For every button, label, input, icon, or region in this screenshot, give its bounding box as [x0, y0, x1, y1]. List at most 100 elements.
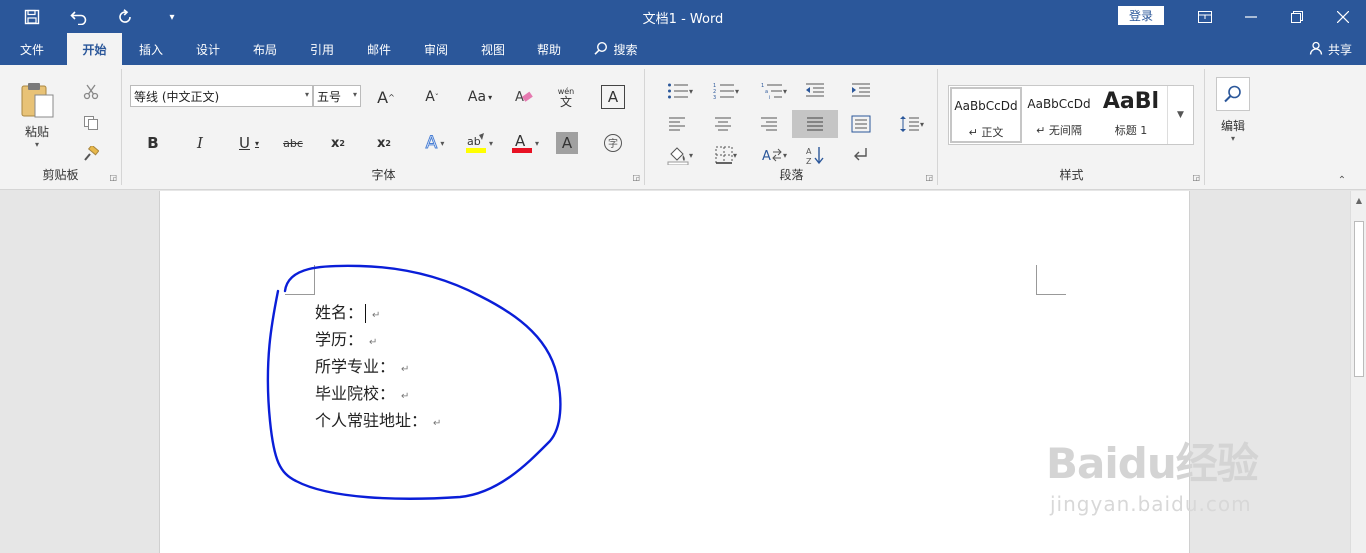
customize-quick-access-icon[interactable]: ▾	[161, 6, 183, 28]
justify-icon[interactable]	[792, 110, 838, 138]
styles-more-icon[interactable]: ▼	[1167, 86, 1193, 144]
format-painter-icon[interactable]	[80, 143, 102, 165]
svg-text:3: 3	[713, 95, 716, 100]
decrease-indent-icon[interactable]	[802, 79, 828, 103]
style-normal-name: ↵ 正文	[968, 126, 1004, 139]
tab-references[interactable]: 引用	[297, 33, 347, 65]
tab-insert[interactable]: 插入	[126, 33, 176, 65]
clear-formatting-icon[interactable]: A	[511, 85, 537, 109]
editing-group: 编辑 ▾	[1206, 69, 1266, 185]
find-icon[interactable]	[1216, 77, 1250, 111]
tab-review[interactable]: 审阅	[411, 33, 461, 65]
chinese-layout-icon[interactable]: A ▾	[756, 143, 792, 167]
font-name-value: 等线 (中文正文)	[134, 89, 220, 104]
search-icon	[594, 41, 608, 58]
text-effects-icon[interactable]: A ▾	[418, 131, 452, 155]
text-highlight-color-icon[interactable]: ab ▾	[460, 131, 498, 155]
document-page[interactable]: 姓名： ↵ 学历： ↵ 所学专业： ↵ 毕业院校： ↵ 个人常驻地址： ↵	[159, 191, 1190, 553]
bullets-icon[interactable]: ▾	[662, 79, 698, 103]
share-button[interactable]: 共享	[1309, 33, 1352, 65]
change-case-button[interactable]: Aa ▾	[463, 85, 497, 109]
align-left-icon[interactable]	[664, 112, 690, 136]
font-dialog-launcher-icon[interactable]: ◲	[632, 173, 640, 182]
grow-font-icon[interactable]: A ^	[373, 85, 399, 109]
paste-dropdown-arrow-icon[interactable]: ▾	[35, 140, 39, 149]
clipboard-group: 粘贴 ▾ 剪贴板 ◲	[0, 69, 122, 185]
tab-help[interactable]: 帮助	[524, 33, 574, 65]
tab-file[interactable]: 文件	[6, 33, 58, 65]
align-center-icon[interactable]	[710, 112, 736, 136]
editing-button[interactable]: 编辑 ▾	[1210, 115, 1256, 145]
distributed-align-icon[interactable]	[848, 112, 874, 136]
undo-icon[interactable]	[68, 6, 90, 28]
collapse-ribbon-icon[interactable]: ⌃	[1334, 173, 1350, 187]
style-heading-1[interactable]: AaBl 标题 1	[1095, 87, 1167, 143]
superscript-icon[interactable]: x2	[372, 131, 396, 155]
minimize-icon[interactable]	[1228, 0, 1274, 33]
style-normal[interactable]: AaBbCcDd ↵ 正文	[950, 87, 1022, 143]
show-hide-marks-icon[interactable]	[848, 143, 874, 167]
phonetic-guide-button[interactable]: wén 文	[553, 83, 579, 111]
align-right-icon[interactable]	[756, 112, 782, 136]
font-name-combobox[interactable]: 等线 (中文正文) ▾	[130, 85, 313, 107]
style-no-spacing[interactable]: AaBbCcDd ↵ 无间隔	[1023, 87, 1095, 143]
scroll-thumb[interactable]	[1354, 221, 1364, 377]
chevron-down-icon: ▾	[304, 90, 309, 99]
bold-icon[interactable]: B	[142, 131, 164, 155]
ribbon-display-options-icon[interactable]	[1182, 0, 1228, 33]
multilevel-list-icon[interactable]: 1ai ▾	[756, 79, 792, 103]
line-spacing-icon[interactable]: ▾	[894, 112, 930, 136]
font-group-label: 字体	[371, 168, 396, 182]
style-no-spacing-sample: AaBbCcDd	[1027, 97, 1091, 111]
svg-text:Z: Z	[806, 157, 812, 165]
tab-mailings[interactable]: 邮件	[354, 33, 404, 65]
share-label: 共享	[1327, 42, 1352, 57]
font-color-icon[interactable]: A ▾	[506, 131, 544, 155]
vertical-scrollbar[interactable]: ▲	[1350, 191, 1366, 553]
tab-design[interactable]: 设计	[183, 33, 233, 65]
style-heading-1-name: 标题 1	[1114, 124, 1148, 137]
character-shading-icon[interactable]: A	[556, 132, 578, 154]
svg-text:1: 1	[761, 83, 764, 89]
paste-button[interactable]: 粘贴 ▾	[14, 75, 60, 155]
increase-indent-icon[interactable]	[848, 79, 874, 103]
ribbon: 粘贴 ▾ 剪贴板 ◲ 等线 (中文正文) ▾ 五号 ▾ A ^ Aˇ Aa ▾ A	[0, 65, 1366, 190]
title-bar: ▾ 文档1 - Word 登录	[0, 0, 1366, 33]
paragraph-group: ▾ 123 ▾ 1ai ▾ ▾ ▾ ▾ A ▾ A Z 段落 ◲	[646, 69, 938, 185]
cut-icon[interactable]	[80, 81, 102, 103]
italic-icon[interactable]: I	[189, 131, 211, 155]
tab-view[interactable]: 视图	[468, 33, 518, 65]
styles-dialog-launcher-icon[interactable]: ◲	[1192, 173, 1200, 182]
svg-text:A: A	[515, 132, 526, 150]
shading-icon[interactable]: ▾	[662, 143, 698, 167]
tab-home[interactable]: 开始	[67, 33, 122, 65]
tell-me-search[interactable]: 搜索	[588, 33, 644, 65]
login-button[interactable]: 登录	[1118, 6, 1164, 25]
underline-button[interactable]: U ▾	[231, 131, 267, 155]
shrink-font-icon[interactable]: Aˇ	[419, 85, 445, 109]
font-size-combobox[interactable]: 五号 ▾	[313, 85, 361, 107]
style-normal-sample: AaBbCcDd	[954, 99, 1018, 113]
redo-icon[interactable]	[114, 6, 136, 28]
enclose-characters-icon[interactable]: 字	[601, 131, 625, 155]
person-icon	[1309, 41, 1323, 58]
copy-icon[interactable]	[80, 112, 102, 134]
numbering-icon[interactable]: 123 ▾	[708, 79, 744, 103]
close-icon[interactable]	[1320, 0, 1366, 33]
scroll-up-icon[interactable]: ▲	[1351, 193, 1366, 207]
save-icon[interactable]	[21, 6, 43, 28]
borders-icon[interactable]: ▾	[708, 143, 744, 167]
strikethrough-icon[interactable]: abc	[279, 131, 307, 155]
sort-icon[interactable]: AZ	[802, 143, 828, 167]
tab-layout[interactable]: 布局	[240, 33, 290, 65]
editing-label: 编辑	[1220, 119, 1245, 133]
paragraph-dialog-launcher-icon[interactable]: ◲	[925, 173, 933, 182]
change-case-label: Aa	[467, 89, 487, 105]
subscript-icon[interactable]: x2	[326, 131, 350, 155]
character-border-icon[interactable]: A	[601, 85, 625, 109]
clipboard-group-label: 剪贴板	[42, 168, 79, 182]
restore-icon[interactable]	[1274, 0, 1320, 33]
clipboard-dialog-launcher-icon[interactable]: ◲	[109, 173, 117, 182]
clipboard-paste-icon	[19, 81, 55, 121]
svg-text:A: A	[806, 147, 812, 156]
